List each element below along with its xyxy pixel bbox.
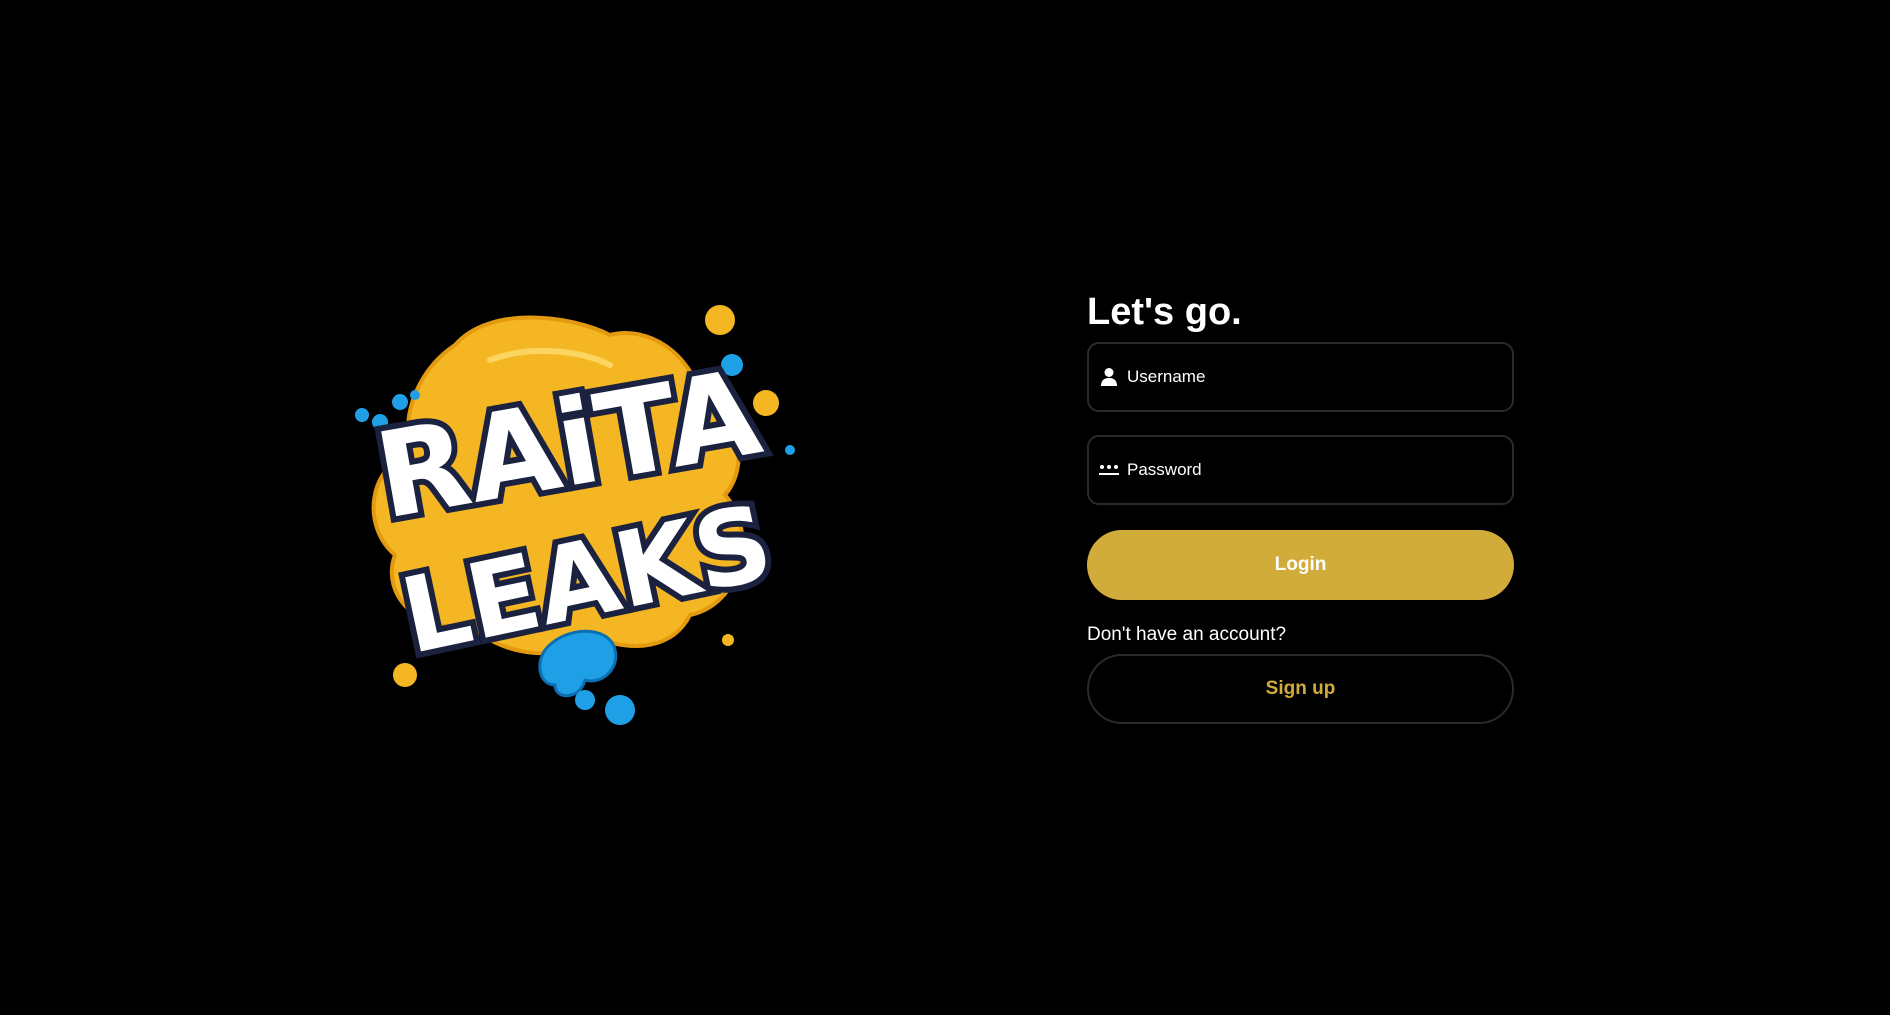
password-input[interactable]	[1127, 437, 1512, 503]
password-field[interactable]	[1087, 435, 1514, 505]
user-icon	[1099, 367, 1119, 387]
signup-button[interactable]: Sign up	[1087, 654, 1514, 724]
logo-splash-graphic: RAiTA LEAKS	[355, 305, 795, 725]
username-field[interactable]	[1087, 342, 1514, 412]
login-page: RAiTA LEAKS Let's go. Username Login Don…	[0, 0, 1890, 1015]
brand-logo: RAiTA LEAKS	[340, 305, 820, 735]
login-form: Let's go. Login Don't ha	[1087, 290, 1514, 724]
login-button[interactable]: Login	[1087, 530, 1514, 600]
page-title: Let's go.	[1087, 291, 1242, 333]
signup-prompt: Don't have an account?	[1087, 624, 1287, 645]
username-input[interactable]	[1127, 344, 1512, 410]
password-dots-icon	[1099, 460, 1119, 480]
